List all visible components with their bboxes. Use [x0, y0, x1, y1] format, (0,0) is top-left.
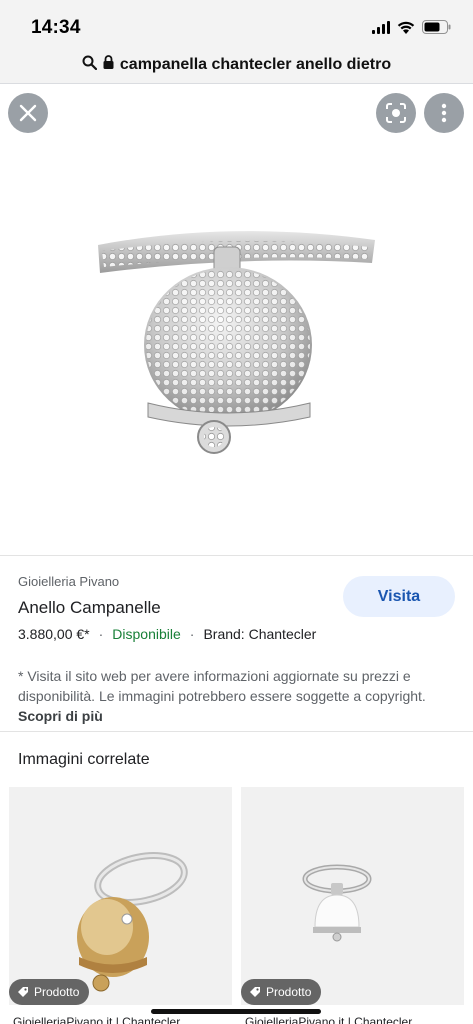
related-image-ring-white [302, 864, 372, 942]
status-time: 14:34 [31, 17, 81, 38]
more-vertical-icon [441, 103, 447, 123]
product-chip-label: Prodotto [266, 985, 312, 999]
image-viewer [0, 85, 473, 555]
status-icons [372, 20, 451, 34]
lens-button[interactable] [376, 93, 416, 133]
related-item-source[interactable]: GioielleriaPivano.it | Chantecler [13, 1015, 233, 1024]
search-query-text: campanella chantecler anello dietro [119, 55, 392, 73]
product-brand: Brand: Chantecler [203, 626, 317, 642]
cellular-signal-icon [372, 20, 390, 34]
related-image-card[interactable]: Prodotto [241, 787, 464, 1005]
product-chip: Prodotto [9, 979, 90, 1005]
related-item-source[interactable]: GioielleriaPivano.it | Chantecler [245, 1015, 465, 1024]
product-title[interactable]: Anello Campanelle [18, 598, 161, 618]
home-indicator[interactable] [151, 1009, 321, 1014]
price-row: 3.880,00 €* · Disponibile · Brand: Chant… [18, 626, 316, 642]
separator-dot: · [189, 626, 195, 642]
product-price: 3.880,00 €* [18, 626, 90, 642]
wifi-icon [397, 21, 415, 34]
availability-status: Disponibile [112, 626, 181, 642]
related-image-ring-gold [77, 852, 188, 992]
divider [0, 731, 473, 732]
product-image-ring [98, 231, 375, 454]
close-button[interactable] [8, 93, 48, 133]
lock-icon [103, 55, 114, 74]
visit-button[interactable]: Visita [343, 576, 455, 617]
more-options-button[interactable] [424, 93, 464, 133]
related-image-card[interactable]: Prodotto [9, 787, 232, 1005]
tag-icon [250, 987, 260, 997]
product-source[interactable]: Gioielleria Pivano [18, 574, 119, 589]
disclaimer: * Visita il sito web per avere informazi… [18, 666, 448, 726]
related-images-heading: Immagini correlate [18, 751, 150, 768]
separator-dot: · [98, 626, 104, 642]
battery-icon [422, 20, 451, 34]
product-chip-label: Prodotto [34, 985, 80, 999]
lens-icon [386, 103, 406, 123]
close-icon [19, 104, 37, 122]
disclaimer-text: * Visita il sito web per avere informazi… [18, 668, 426, 704]
product-chip: Prodotto [241, 979, 322, 1005]
divider [0, 555, 473, 556]
status-bar: 14:34 [0, 0, 473, 46]
search-icon [82, 55, 97, 75]
address-bar[interactable]: campanella chantecler anello dietro [0, 46, 473, 84]
learn-more-link[interactable]: Scopri di più [18, 708, 103, 724]
tag-icon [18, 987, 28, 997]
